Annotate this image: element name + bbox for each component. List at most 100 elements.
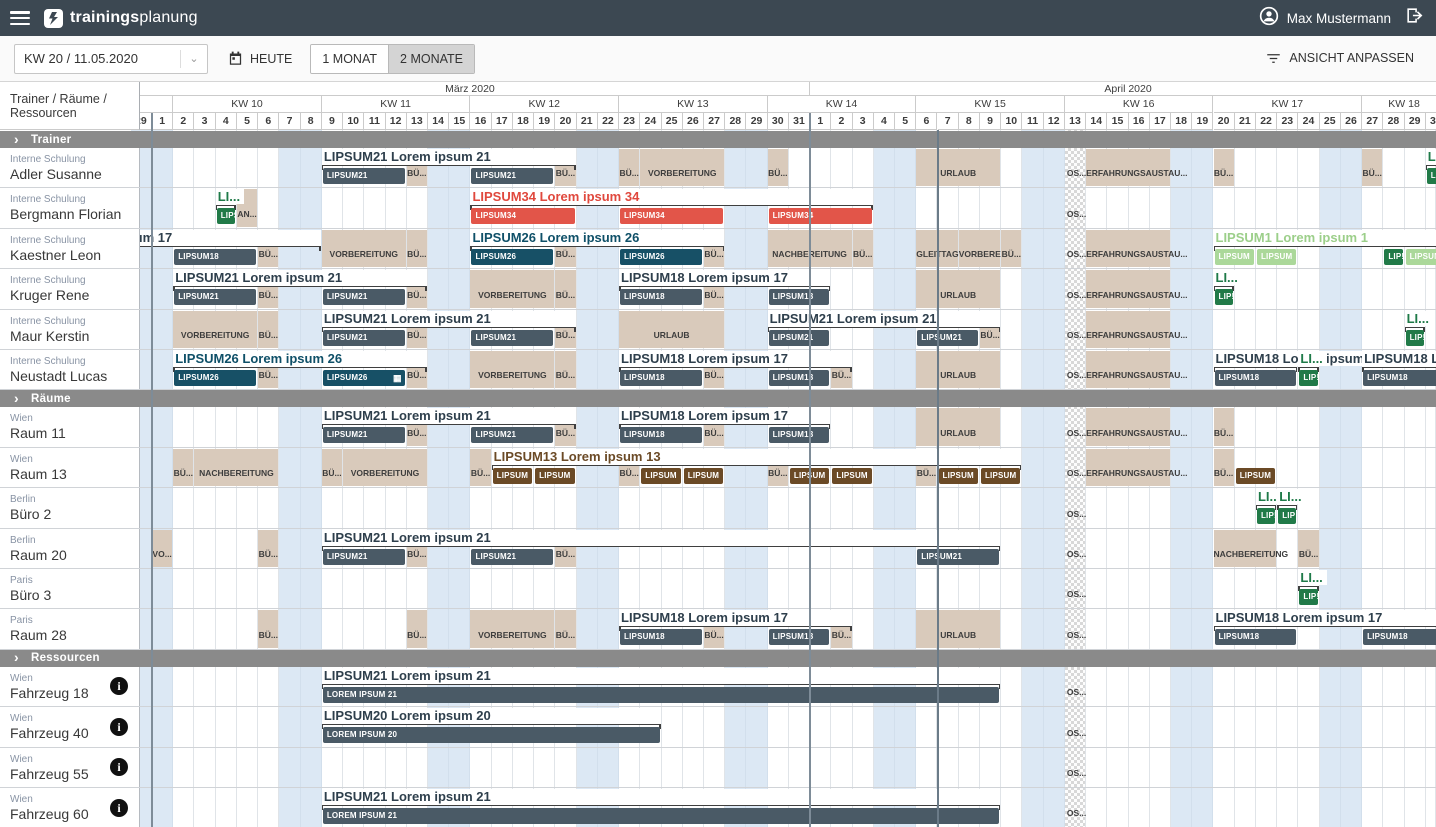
gantt-cell[interactable]: ERFAHRUNGSAUSTAU... [1086,408,1170,445]
gantt-bar[interactable]: LIP! [1278,508,1296,524]
gantt-bar[interactable]: LIPSUM18 [620,427,702,443]
gantt-bar[interactable]: LIPSUM34 [471,208,574,224]
gantt-group-bracket[interactable]: LIPSUM21 Lorem ipsum 21 [322,789,1000,806]
gantt-bar[interactable]: LIPSUM [939,468,978,484]
gantt-cell[interactable]: NACHBEREITUNG [1214,530,1277,567]
info-icon[interactable]: i [110,799,128,817]
gantt-group-bracket[interactable]: LIPSUM26 Lorem ipsum 26 [470,230,724,247]
gantt-bar[interactable]: LIPSUM [535,468,574,484]
gantt-cell[interactable]: VORBEREITUNG [470,610,554,647]
gantt-cell[interactable]: ERFAHRUNGSAUSTAU... [1086,270,1170,307]
gantt-group-bracket[interactable]: LIPSUM18 Lorem ipsum 17 [619,270,830,287]
gantt-bar[interactable]: LIPSUM21 [471,330,553,346]
gantt-group-bracket[interactable]: LIPSUM18 Lorem ipsum 17 [619,351,852,368]
gantt-cell[interactable]: URLAUB [916,270,1000,307]
info-icon[interactable]: i [110,718,128,736]
gantt-cell[interactable]: VORBERE... [959,230,1000,267]
gantt-bar[interactable]: LIPSUM18 [769,629,830,645]
gantt-bar[interactable]: LIPSUM18 [1363,629,1436,645]
gantt-cell[interactable]: BÜ... [555,270,575,307]
gantt-bar[interactable]: LIPSUM [684,468,723,484]
gantt-cell[interactable]: BÜ... [555,351,575,388]
range-2-months-button[interactable]: 2 MONATE [388,45,474,73]
gantt-cell[interactable]: ERFAHRUNGSAUSTAU... [1086,351,1170,388]
gantt-bar[interactable]: LIPSUM21 [471,168,553,184]
gantt-bar[interactable]: LIPSUM26▦ [323,370,405,386]
section-header-ressourcen[interactable]: ›Ressourcen [0,650,1436,667]
gantt-group-bracket[interactable]: LIPSUM13 Lorem ipsum 13 [492,449,1022,466]
gantt-bar[interactable]: LIPSUM18 [769,370,830,386]
gantt-cell[interactable]: BÜ... [1214,149,1234,186]
gantt-group-bracket[interactable]: LIPSUM21 Lorem ipsum 21 [322,408,576,425]
gantt-cell[interactable]: BÜ... [407,230,427,267]
gantt-cell[interactable]: VORBEREITUNG [470,270,554,307]
gantt-cell[interactable]: URLAUB [916,149,1000,186]
gantt-bar[interactable]: LIPSUM18 [769,427,830,443]
gantt-cell[interactable]: ERFAHRUNGSAUSTAU... [1086,449,1170,486]
gantt-bar[interactable]: LIPSUM [832,468,871,484]
gantt-bar[interactable]: LIPS [217,208,235,224]
gantt-bar[interactable]: LIPSUM [1406,249,1436,265]
section-header-trainer[interactable]: ›Trainer [0,131,1436,148]
gantt-bar[interactable]: LIPSUM21 [323,330,405,346]
gantt-group-bracket[interactable]: LIPSUM18 Lorem ipsum 17 [1214,351,1298,368]
gantt-bar[interactable]: LIPSUM21 [323,427,405,443]
gantt-group-bracket[interactable]: LI... [1277,489,1297,506]
gantt-group-bracket[interactable]: LI... [1298,351,1318,368]
section-header-rume[interactable]: ›Räume [0,390,1436,407]
gantt-cell[interactable]: BÜ... [258,610,278,647]
gantt-bar[interactable]: LIPSUM21 [917,549,999,565]
gantt-cell[interactable]: URLAUB [916,351,1000,388]
gantt-bar[interactable]: LIPSUM26 [471,249,553,265]
gantt-group-bracket[interactable]: LIPSUM21 Lorem ipsum 21 [173,270,427,287]
gantt-bar[interactable]: LIPSUM18 [1363,370,1436,386]
gantt-bar[interactable]: LIP! [1215,289,1233,305]
gantt-bar[interactable]: LIPSUM34 [769,208,872,224]
menu-icon[interactable] [10,11,30,25]
gantt-group-bracket[interactable]: LIPSUM26 Lorem ipsum 26 [173,351,427,368]
gantt-group-bracket[interactable]: LIPSUM34 Lorem ipsum 34 [470,189,872,206]
gantt-cell[interactable]: BÜ... [555,610,575,647]
gantt-bar[interactable]: LIPSUM [493,468,532,484]
gantt-bar[interactable]: LIP! [1406,330,1424,346]
gantt-cell[interactable]: BÜ... [470,449,490,486]
gantt-bar[interactable]: LIPSUM21 [917,330,978,346]
gantt-cell[interactable]: URLAUB [916,408,1000,445]
gantt-group-bracket[interactable]: LI... [1405,311,1425,328]
gantt-cell[interactable]: BÜ... [173,449,193,486]
gantt-cell[interactable]: VORBEREITUNG [470,351,554,388]
gantt-group-bracket[interactable]: LIPSUM21 Lorem ipsum 21 [322,530,1000,547]
gantt-cell[interactable]: ERFAHRUNGSAUSTAU... [1086,149,1170,186]
gantt-group-bracket[interactable]: LI... [1298,570,1318,587]
gantt-group-bracket[interactable]: LIPSUM21 Lorem ipsum 21 [768,311,1001,328]
gantt-group-bracket[interactable]: LIPSUM18 Lorem ipsum 17 [619,610,852,627]
week-select[interactable]: KW 20 / 11.05.2020 ⌄ [14,44,208,74]
gantt-cell[interactable]: BÜ... [853,230,873,267]
gantt-group-bracket[interactable]: LIPSUM21 Lorem ipsum 21 [322,149,576,166]
gantt-bar[interactable]: LIPSUM18 [620,289,702,305]
gantt-cell[interactable]: BÜ... [1362,149,1382,186]
gantt-cell[interactable]: VORBEREITUNG [322,230,406,267]
gantt-bar[interactable]: LOREM IPSUM 21 [323,687,999,703]
gantt-bar[interactable]: LIPSUM21 [323,549,405,565]
gantt-group-bracket[interactable]: LIPSUM1 Lorem ipsum 1 [1214,230,1436,247]
gantt-cell[interactable]: BÜ... [1214,449,1234,486]
gantt-bar[interactable]: LIPSUM21 [174,289,256,305]
gantt-bar[interactable]: LIPSUM [1215,249,1254,265]
today-button[interactable]: HEUTE [218,45,302,73]
gantt-cell[interactable]: ERFAHRUNGSAUSTAU... [1086,230,1170,267]
gantt-cell[interactable]: VO... [152,530,172,567]
gantt-group-bracket[interactable]: LIPSUM18 Lorem ipsum 17 [1362,351,1436,368]
gantt-group-bracket[interactable]: LIPSUM20 Lorem ipsum 20 [322,708,661,725]
gantt-bar[interactable]: LIPSUM21 [323,168,405,184]
gantt-bar[interactable]: LIPSUM [1236,468,1275,484]
adjust-view-button[interactable]: ANSICHT ANPASSEN [1266,44,1414,72]
gantt-cell[interactable]: BÜ... [768,149,788,186]
gantt-bar[interactable]: LIPSUM21 [323,289,405,305]
gantt-cell[interactable]: VORBEREITUNG [343,449,427,486]
gantt-bar[interactable]: LIP! [1257,508,1275,524]
gantt-bar[interactable]: LIPSUM21 [769,330,830,346]
gantt-cell[interactable]: BÜ... [258,311,278,348]
gantt-cell[interactable]: VORBEREITUNG [173,311,257,348]
gantt-cell[interactable]: BÜ... [1214,408,1234,445]
